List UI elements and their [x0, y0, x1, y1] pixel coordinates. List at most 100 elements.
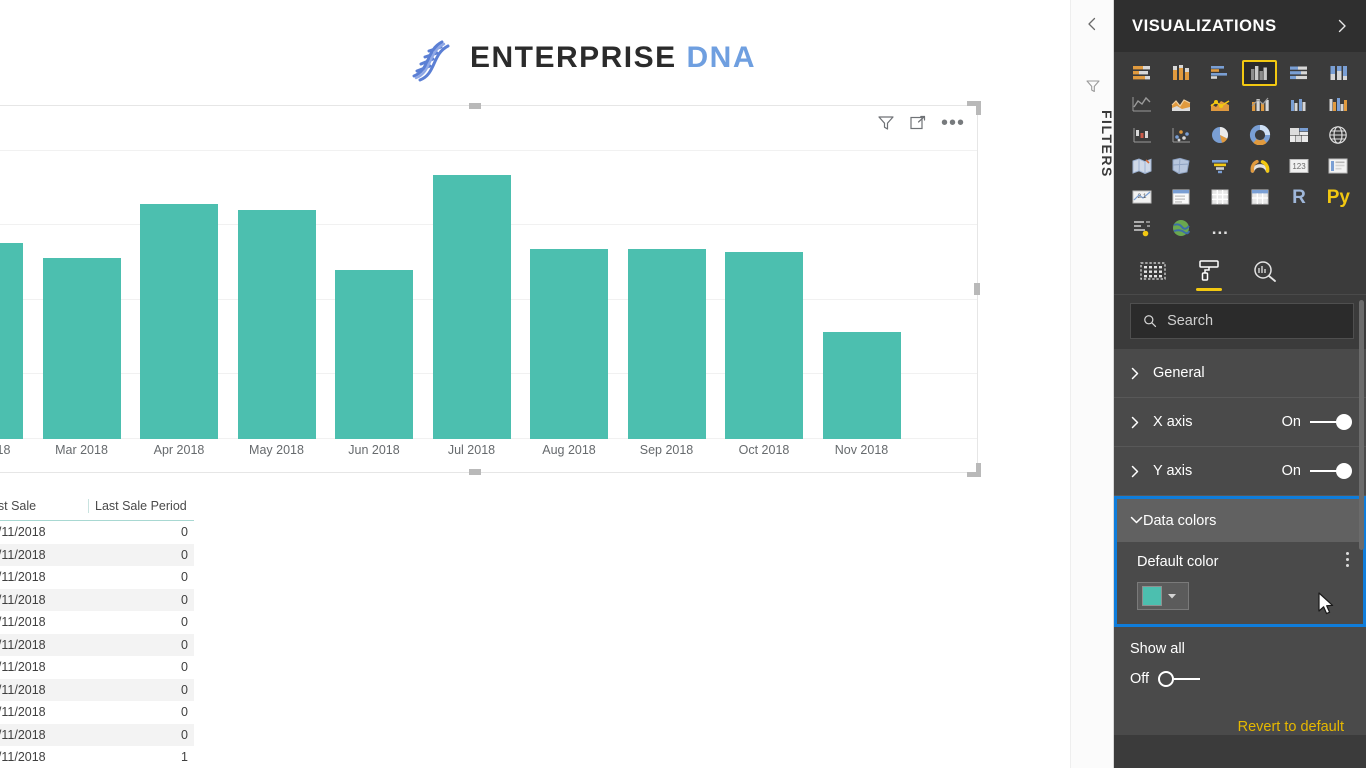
- line-chart-icon[interactable]: [1124, 91, 1159, 117]
- python-visual-icon[interactable]: Py: [1321, 184, 1356, 210]
- chevron-right-icon[interactable]: [1334, 18, 1350, 34]
- kpi-icon[interactable]: 2.1: [1124, 184, 1159, 210]
- x-axis-toggle[interactable]: On: [1282, 414, 1352, 430]
- x-axis-tick-label: Jul 2018: [447, 443, 496, 457]
- chart-plot-area: [0, 142, 977, 439]
- bar[interactable]: [0, 242, 23, 439]
- bar[interactable]: [335, 269, 413, 439]
- bar[interactable]: [822, 332, 901, 439]
- r-script-visual-icon[interactable]: R: [1281, 184, 1316, 210]
- table-row[interactable]: 15/11/2018 0: [0, 633, 194, 656]
- filter-icon[interactable]: [1085, 78, 1101, 94]
- gauge-chart-icon[interactable]: [1242, 153, 1277, 179]
- scatter-chart-icon[interactable]: [1163, 122, 1198, 148]
- area-chart-icon[interactable]: [1163, 91, 1198, 117]
- ribbon-chart-icon[interactable]: [1321, 91, 1356, 117]
- resize-handle-bottom[interactable]: [469, 469, 481, 475]
- matrix-icon[interactable]: [1242, 184, 1277, 210]
- stacked-area-chart-icon[interactable]: [1203, 91, 1238, 117]
- table-row[interactable]: 15/11/2018 0: [0, 566, 194, 589]
- pane-scrollbar[interactable]: [1359, 300, 1364, 550]
- format-section-x-axis[interactable]: X axis On: [1114, 398, 1366, 447]
- table-row[interactable]: 15/11/2018 1: [0, 746, 194, 768]
- bar[interactable]: [42, 257, 121, 439]
- column-header-last-sale[interactable]: Last Sale: [0, 499, 88, 513]
- table-icon[interactable]: [1203, 184, 1238, 210]
- clustered-bar-chart-icon[interactable]: [1203, 60, 1238, 86]
- filter-icon[interactable]: [877, 114, 895, 132]
- table-row[interactable]: 15/11/2018 0: [0, 611, 194, 634]
- pane-tabs[interactable]: [1114, 247, 1366, 295]
- 100-percent-stacked-column-chart-icon[interactable]: [1321, 60, 1356, 86]
- arcgis-maps-icon[interactable]: [1163, 215, 1198, 241]
- bar[interactable]: [432, 174, 511, 439]
- donut-chart-icon[interactable]: [1242, 122, 1277, 148]
- map-icon[interactable]: [1321, 122, 1356, 148]
- stacked-bar-chart-icon[interactable]: [1124, 60, 1159, 86]
- key-influencers-icon[interactable]: [1124, 215, 1159, 241]
- table-row[interactable]: 15/11/2018 0: [0, 656, 194, 679]
- format-section-general[interactable]: General: [1114, 349, 1366, 398]
- line-and-stacked-column-chart-icon[interactable]: [1242, 91, 1277, 117]
- more-options-icon[interactable]: •••: [941, 113, 965, 133]
- revert-to-default-button[interactable]: Revert to default: [1114, 693, 1366, 735]
- waterfall-chart-icon[interactable]: [1124, 122, 1159, 148]
- column-header-last-sale-period[interactable]: Last Sale Period: [88, 499, 194, 513]
- x-axis-labels: Feb 2018 Mar 2018 Apr 2018 May 2018 Jun 2018…: [0, 439, 977, 467]
- visual-type-gallery[interactable]: 123 2.1 R Py...: [1114, 52, 1366, 247]
- dna-helix-icon: [412, 40, 450, 82]
- fields-tab[interactable]: [1140, 247, 1166, 295]
- table-row[interactable]: 15/11/2018 0: [0, 701, 194, 724]
- report-canvas[interactable]: ENTERPRISE DNA ar •••: [0, 0, 1070, 768]
- stacked-column-chart-icon[interactable]: [1163, 60, 1198, 86]
- table-row[interactable]: 15/11/2018 0: [0, 521, 194, 544]
- multi-row-card-icon[interactable]: [1321, 153, 1356, 179]
- show-all-toggle[interactable]: Off: [1130, 671, 1350, 687]
- visualizations-pane[interactable]: VISUALIZATIONS 123 2.1 R Py... Search Ge…: [1114, 0, 1366, 768]
- slicer-icon[interactable]: [1163, 184, 1198, 210]
- data-colors-section[interactable]: Data colors Default color: [1114, 496, 1366, 627]
- shape-map-icon[interactable]: [1163, 153, 1198, 179]
- 100-percent-stacked-bar-chart-icon[interactable]: [1281, 60, 1316, 86]
- clustered-column-chart-icon[interactable]: [1241, 60, 1278, 86]
- bar[interactable]: [140, 204, 218, 439]
- table-visual[interactable]: Last Sale Last Sale Period 15/11/2018015…: [0, 492, 194, 768]
- table-row[interactable]: 15/11/2018 0: [0, 543, 194, 566]
- data-colors-body: Default color: [1117, 542, 1363, 624]
- logo-text-dna: DNA: [686, 41, 756, 74]
- funnel-chart-icon[interactable]: [1203, 153, 1238, 179]
- filters-pane-collapsed[interactable]: FILTERS: [1070, 0, 1115, 768]
- bar[interactable]: [725, 251, 803, 439]
- format-tab[interactable]: [1196, 247, 1222, 295]
- data-colors-header[interactable]: Data colors: [1117, 499, 1363, 542]
- line-and-clustered-column-chart-icon[interactable]: [1281, 91, 1316, 117]
- chevron-left-icon[interactable]: [1084, 16, 1100, 32]
- x-axis-tick-label: Mar 2018: [55, 443, 108, 457]
- table-row[interactable]: 15/11/2018 0: [0, 723, 194, 746]
- focus-mode-icon[interactable]: [909, 114, 927, 132]
- bar[interactable]: [530, 248, 608, 439]
- pie-chart-icon[interactable]: [1203, 122, 1238, 148]
- format-section-y-axis[interactable]: Y axis On: [1114, 447, 1366, 496]
- card-icon[interactable]: 123: [1281, 153, 1316, 179]
- python-visual-icon-glyph: Py: [1326, 186, 1350, 208]
- cell-last-sale: 15/11/2018: [0, 660, 46, 675]
- table-row[interactable]: 15/11/2018 0: [0, 678, 194, 701]
- search-box[interactable]: [1130, 303, 1354, 339]
- more-visuals-icon[interactable]: ...: [1203, 215, 1238, 241]
- table-row[interactable]: 15/11/2018 0: [0, 588, 194, 611]
- search-input[interactable]: [1167, 313, 1341, 329]
- bar-series[interactable]: [0, 142, 977, 439]
- treemap-icon[interactable]: [1281, 122, 1316, 148]
- bar[interactable]: [627, 248, 706, 439]
- bar-chart-visual[interactable]: ar •••: [0, 101, 981, 477]
- y-axis-toggle[interactable]: On: [1282, 463, 1352, 479]
- analytics-tab[interactable]: [1252, 247, 1278, 295]
- filled-map-icon[interactable]: [1124, 153, 1159, 179]
- search-icon: [1144, 315, 1157, 328]
- more-options-icon[interactable]: [1346, 552, 1349, 567]
- cell-last-sale-period: 0: [181, 637, 188, 652]
- x-axis-tick-label: Nov 2018: [834, 443, 889, 457]
- default-color-picker[interactable]: [1137, 582, 1189, 610]
- bar[interactable]: [237, 210, 316, 439]
